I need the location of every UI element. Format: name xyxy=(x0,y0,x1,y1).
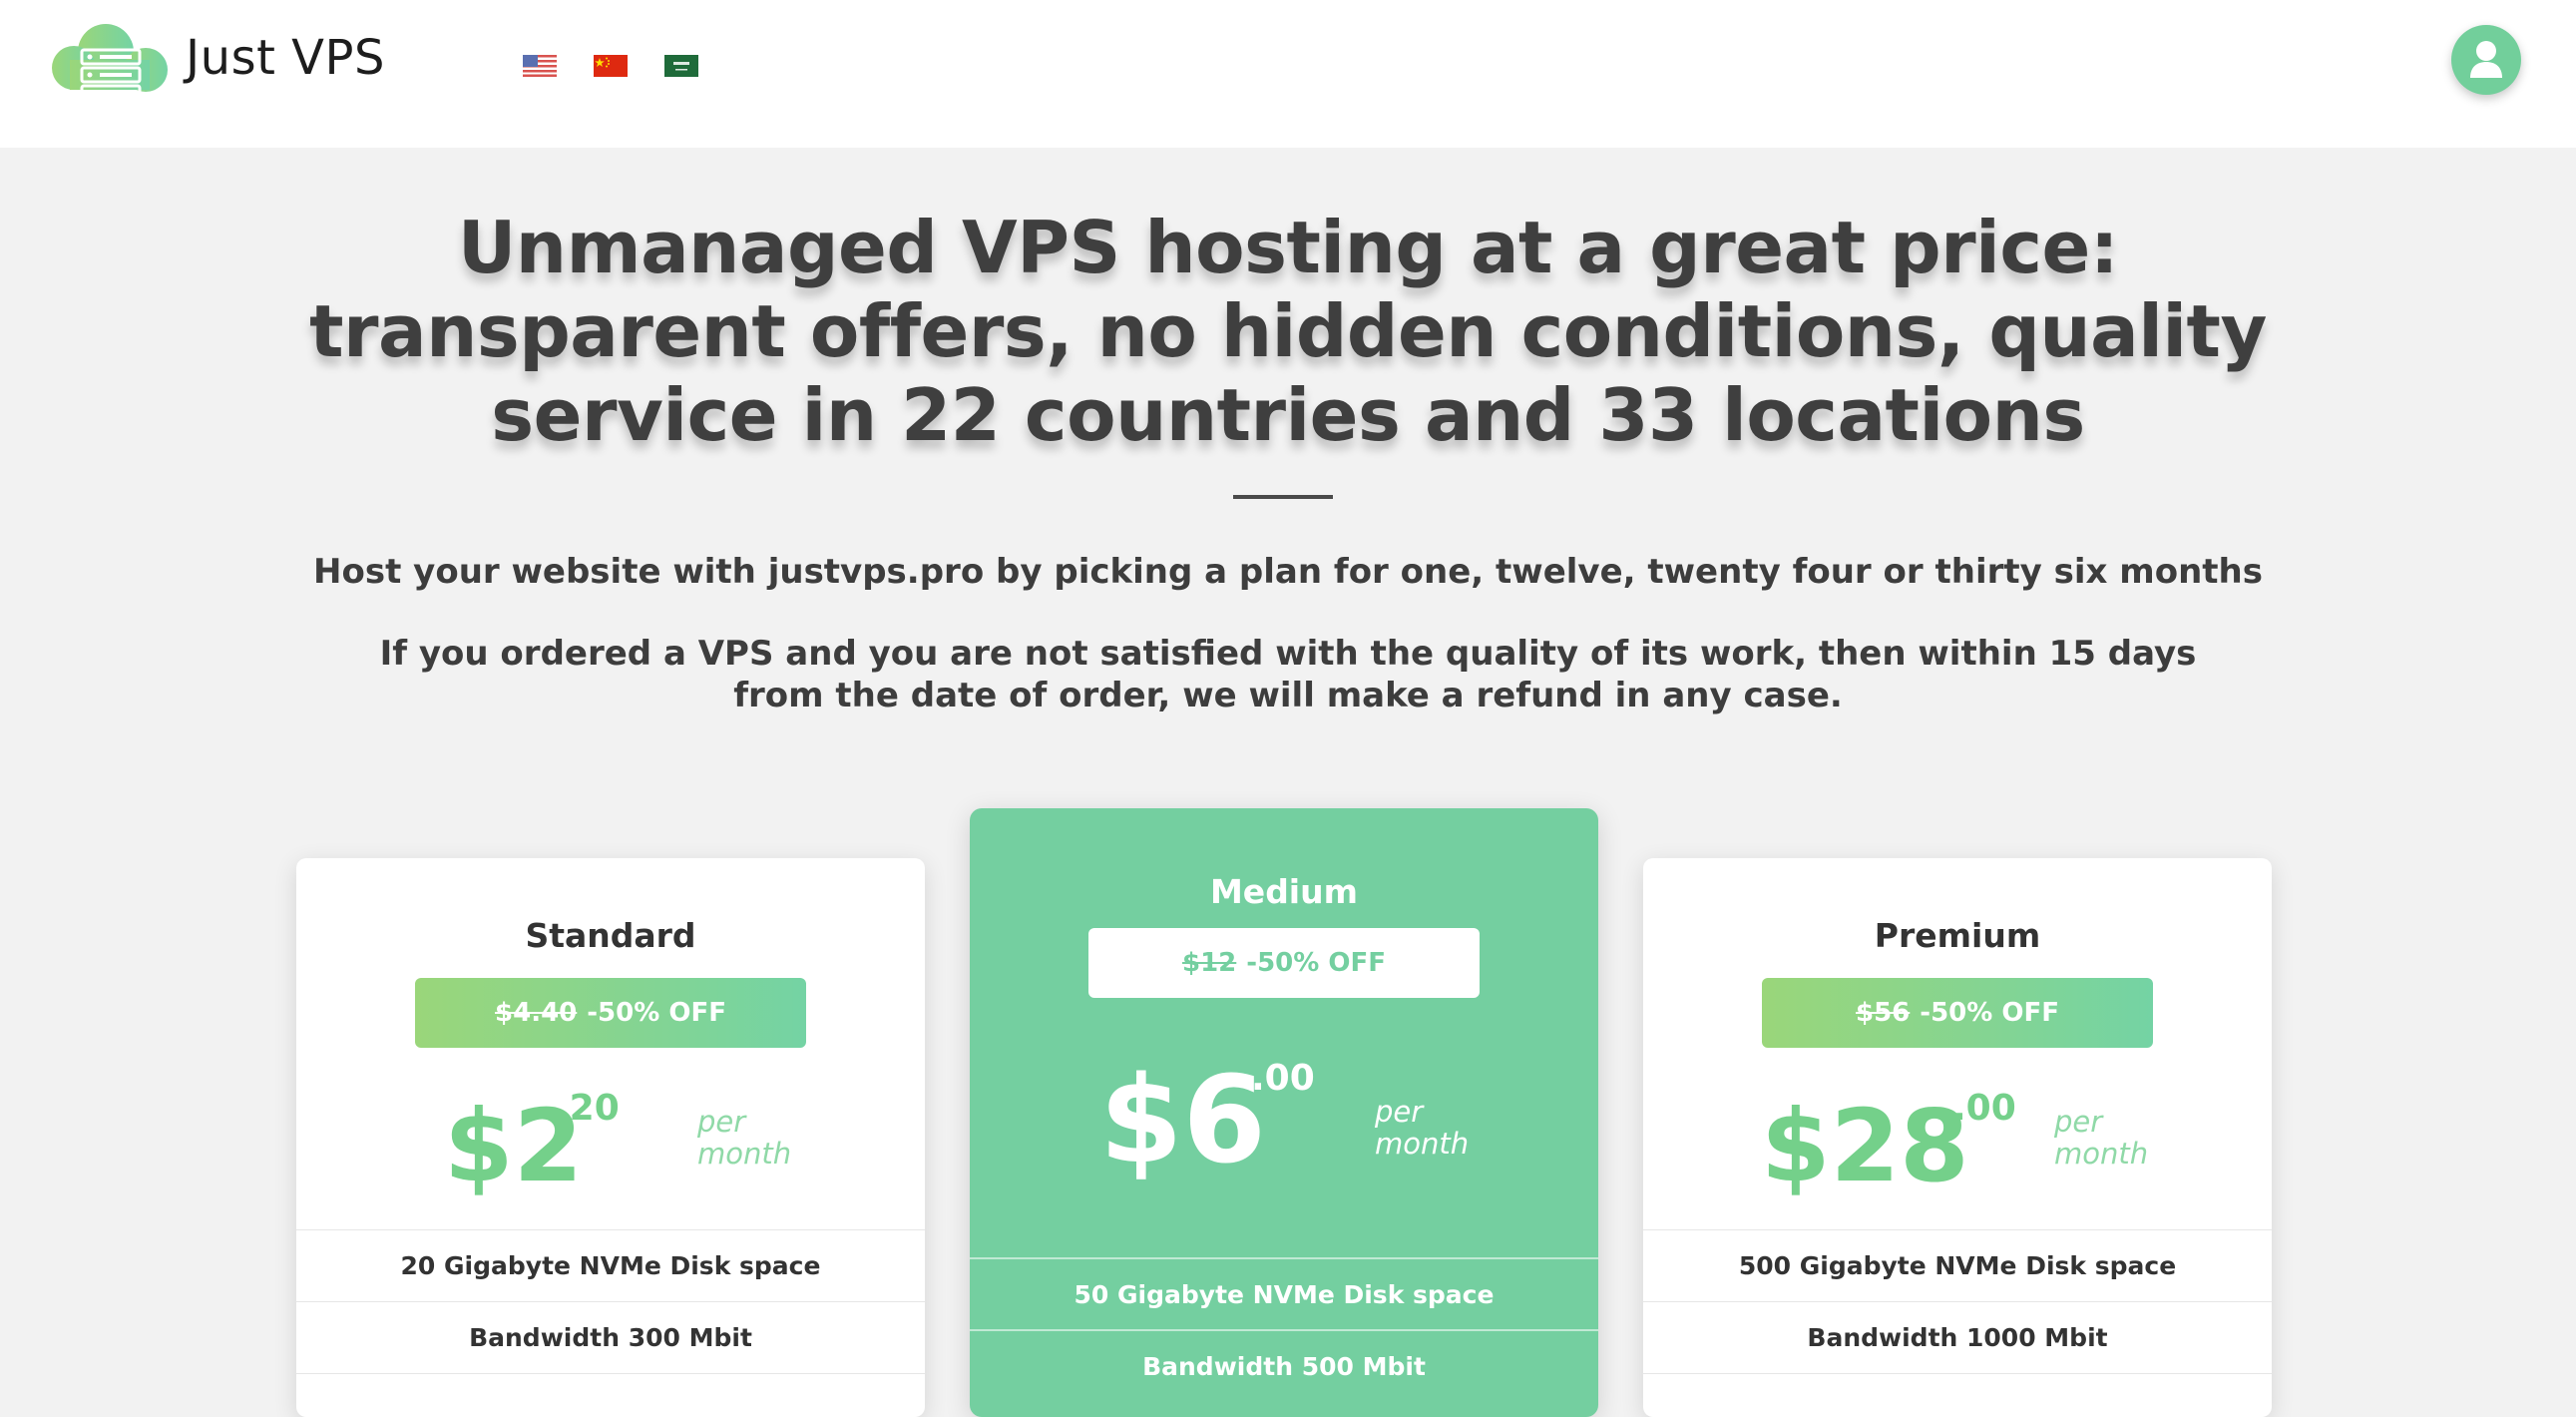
price-cents: .00 xyxy=(1251,1058,1315,1099)
old-price: $12 xyxy=(1182,948,1237,978)
feature-row xyxy=(296,1373,925,1417)
cloud-server-logo-icon[interactable] xyxy=(46,18,176,104)
discount-label: -50% OFF xyxy=(1246,948,1386,978)
hero-divider xyxy=(1233,495,1333,499)
plan-name: Medium xyxy=(1209,872,1359,911)
price-period: per month xyxy=(2054,1105,2149,1171)
us-flag-icon[interactable] xyxy=(523,55,557,77)
discount-badge[interactable]: $12 -50% OFF xyxy=(1088,928,1480,998)
feature-bandwidth: Bandwidth 300 Mbit xyxy=(296,1301,925,1373)
plan-card-standard[interactable]: Standard $4.40 -50% OFF $2 .20 per month … xyxy=(296,858,925,1417)
price-period: per month xyxy=(1375,1095,1470,1161)
old-price: $4.40 xyxy=(495,998,578,1028)
plan-card-medium[interactable]: Medium $12 -50% OFF $6 .00 per month 50 G… xyxy=(970,808,1598,1417)
price-cents: .00 xyxy=(1952,1088,2016,1129)
price-cents: .20 xyxy=(556,1088,620,1129)
plan-card-premium[interactable]: Premium $56 -50% OFF $28 .00 per month 50… xyxy=(1643,858,2272,1417)
sa-flag-icon[interactable] xyxy=(664,55,698,77)
feature-disk: 20 Gigabyte NVMe Disk space xyxy=(296,1229,925,1301)
feature-disk: 500 Gigabyte NVMe Disk space xyxy=(1643,1229,2272,1301)
brand-name[interactable]: Just VPS xyxy=(186,30,385,86)
discount-label: -50% OFF xyxy=(1920,998,2059,1028)
feature-bandwidth: Bandwidth 500 Mbit xyxy=(970,1329,1598,1401)
old-price: $56 xyxy=(1856,998,1911,1028)
refund-note: If you ordered a VPS and you are not sat… xyxy=(379,634,2197,715)
price-amount: $6 xyxy=(1099,1052,1266,1190)
discount-label: -50% OFF xyxy=(587,998,726,1028)
cn-flag-icon[interactable] xyxy=(594,55,628,77)
plan-name: Premium xyxy=(1874,916,2041,955)
price-amount: $28 xyxy=(1761,1088,1969,1204)
feature-bandwidth: Bandwidth 1000 Mbit xyxy=(1643,1301,2272,1373)
plan-name: Standard xyxy=(525,916,696,955)
feature-row xyxy=(1643,1373,2272,1417)
feature-disk: 50 Gigabyte NVMe Disk space xyxy=(970,1257,1598,1329)
user-account-button[interactable] xyxy=(2451,25,2521,95)
site-header: Just VPS xyxy=(0,0,2576,148)
hero-title: Unmanaged VPS hosting at a great price: … xyxy=(309,206,2267,457)
price-period: per month xyxy=(697,1105,792,1171)
discount-badge[interactable]: $4.40 -50% OFF xyxy=(415,978,806,1048)
discount-badge[interactable]: $56 -50% OFF xyxy=(1762,978,2153,1048)
user-icon xyxy=(2470,41,2502,78)
hero-subtitle: Host your website with justvps.pro by pi… xyxy=(313,552,2263,592)
